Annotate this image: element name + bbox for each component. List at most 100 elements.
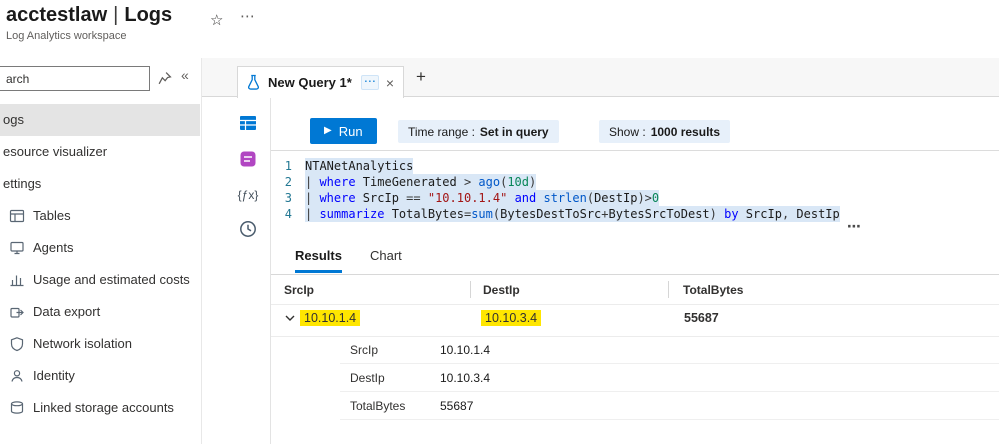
favorite-star-icon[interactable]: ☆ [210,11,223,29]
sidebar-item-label: Linked storage accounts [33,400,174,415]
code-line[interactable]: 2 | where TimeGenerated > ago(10d) [271,174,999,190]
sidebar-item-label: ettings [3,176,42,191]
tab-chart[interactable]: Chart [370,248,402,273]
run-label: Run [338,123,363,139]
run-button[interactable]: ▶ Run [310,118,377,144]
sidebar-item-label: Identity [33,368,75,383]
sidebar-item-tables[interactable]: Tables [0,200,200,232]
cell-destip: 10.10.3.4 [481,310,542,326]
time-range-value: Set in query [479,124,549,139]
show-results-picker[interactable]: Show : 1000 results [599,120,731,143]
title-separator: | [113,4,119,26]
column-header-srcip[interactable]: SrcIp [284,283,314,297]
query-tab-bar: New Query 1* ⋯ × + [202,58,999,98]
editor-overflow-icon[interactable]: ⋯ [847,218,861,235]
time-range-label: Time range : [408,124,475,139]
row-details: SrcIp 10.10.1.4 DestIp 10.10.3.4 TotalBytes 5… [271,336,999,420]
sidebar-item-label: esource visualizer [3,144,108,159]
sidebar-item-label: Network isolation [33,336,132,351]
network-isolation-icon [8,336,25,353]
main-panel: New Query 1* ⋯ × + {ƒx} ▶ Run Time range… [202,58,999,444]
page-header: acctestlaw | Logs Log Analytics workspace [6,4,172,42]
identity-icon [8,368,25,385]
blade-name: Logs [124,4,173,26]
results-tab-bar: Results Chart [295,248,402,273]
detail-row: SrcIp 10.10.1.4 [271,336,999,364]
column-divider [470,281,471,298]
query-editor[interactable]: 1 NTANetAnalytics 2 | where TimeGenerated >… [271,154,999,232]
code-line[interactable]: 3 | where SrcIp == "10.10.1.4" and strlen… [271,190,999,206]
show-value: 1000 results [650,124,721,139]
pin-icon[interactable] [157,71,173,87]
header-more-icon[interactable]: ⋯ [240,7,255,25]
new-tab-button[interactable]: + [416,67,426,87]
time-range-picker[interactable]: Time range : Set in query [398,120,559,143]
tab-results[interactable]: Results [295,248,342,273]
query-history-icon[interactable] [235,216,261,242]
line-number: 2 [284,175,292,189]
code-text: | summarize TotalBytes=sum(BytesDestToSr… [305,206,840,222]
code-line[interactable]: 4 | summarize TotalBytes=sum(BytesDestToS… [271,206,999,222]
play-icon: ▶ [324,125,332,136]
sidebar-menu: ogs esource visualizer ettings Tables Agents… [0,104,200,424]
toolbar-divider [271,150,999,151]
resource-type-subtitle: Log Analytics workspace [6,30,127,42]
page-title: acctestlaw | Logs [6,4,172,27]
tables-pane-icon[interactable] [235,110,261,136]
functions-pane-icon[interactable]: {ƒx} [235,182,261,208]
line-number: 3 [284,191,292,205]
tables-icon [8,208,25,225]
collapse-menu-button[interactable]: « [181,67,189,83]
sidebar-item-network-isolation[interactable]: Network isolation [0,328,200,360]
results-table-header: SrcIp DestIp TotalBytes [271,276,999,304]
code-line[interactable]: 1 NTANetAnalytics [271,158,999,174]
detail-value: 10.10.3.4 [440,371,491,385]
tab-more-icon[interactable]: ⋯ [360,75,379,90]
column-header-totalbytes[interactable]: TotalBytes [683,283,743,297]
sidebar-item-settings[interactable]: ettings [0,168,200,200]
sidebar-item-agents[interactable]: Agents [0,232,200,264]
column-divider [668,281,669,298]
code-text: | where TimeGenerated > ago(10d) [305,174,537,190]
sidebar-item-linked-storage-accounts[interactable]: Linked storage accounts [0,392,200,424]
detail-label: DestIp [350,371,385,385]
sidebar-item-identity[interactable]: Identity [0,360,200,392]
editor-side-toolbar: {ƒx} [202,98,270,444]
result-row[interactable]: 10.10.1.4 10.10.3.4 55687 [271,304,999,336]
detail-row: TotalBytes 55687 [271,392,999,420]
sidebar-item-usage-and-estimated-costs[interactable]: Usage and estimated costs [0,264,200,296]
data-export-icon [8,304,25,321]
sidebar-item-label: Tables [33,208,71,223]
detail-value: 10.10.1.4 [440,343,491,357]
column-header-destip[interactable]: DestIp [483,283,520,297]
menu-search-input[interactable] [0,66,150,91]
sidebar-item-logs[interactable]: ogs [0,104,200,136]
collapse-row-chevron-icon[interactable] [285,315,295,321]
detail-row: DestIp 10.10.3.4 [271,364,999,392]
cell-srcip: 10.10.1.4 [300,310,361,326]
line-number: 1 [284,159,292,173]
tab-close-icon[interactable]: × [386,75,394,91]
tab-label: New Query 1* [268,75,352,90]
resource-menu: « ogs esource visualizer ettings Tables Agen… [0,58,202,444]
sidebar-item-label: ogs [3,112,24,127]
tab-new-query-1[interactable]: New Query 1* ⋯ × [237,66,404,98]
linked-storage-icon [8,400,25,417]
logs-blade: acctestlaw | Logs Log Analytics workspace … [0,0,999,444]
code-text: | where SrcIp == "10.10.1.4" and strlen(… [305,190,660,206]
queries-pane-icon[interactable] [235,146,261,172]
show-label: Show : [609,124,646,139]
highlighted-destip: 10.10.3.4 [481,310,542,326]
sidebar-item-label: Agents [33,240,74,255]
code-lines: 1 NTANetAnalytics 2 | where TimeGenerated >… [271,158,999,222]
cell-totalbytes: 55687 [684,311,719,325]
results-divider [271,274,999,275]
sidebar-item-data-export[interactable]: Data export [0,296,200,328]
highlighted-srcip: 10.10.1.4 [300,310,361,326]
sidebar-item-resource-visualizer[interactable]: esource visualizer [0,136,200,168]
detail-label: SrcIp [350,343,379,357]
detail-value: 55687 [440,399,474,413]
fx-glyph: {ƒx} [237,188,259,202]
line-number: 4 [284,207,292,221]
resource-name: acctestlaw [6,4,108,26]
